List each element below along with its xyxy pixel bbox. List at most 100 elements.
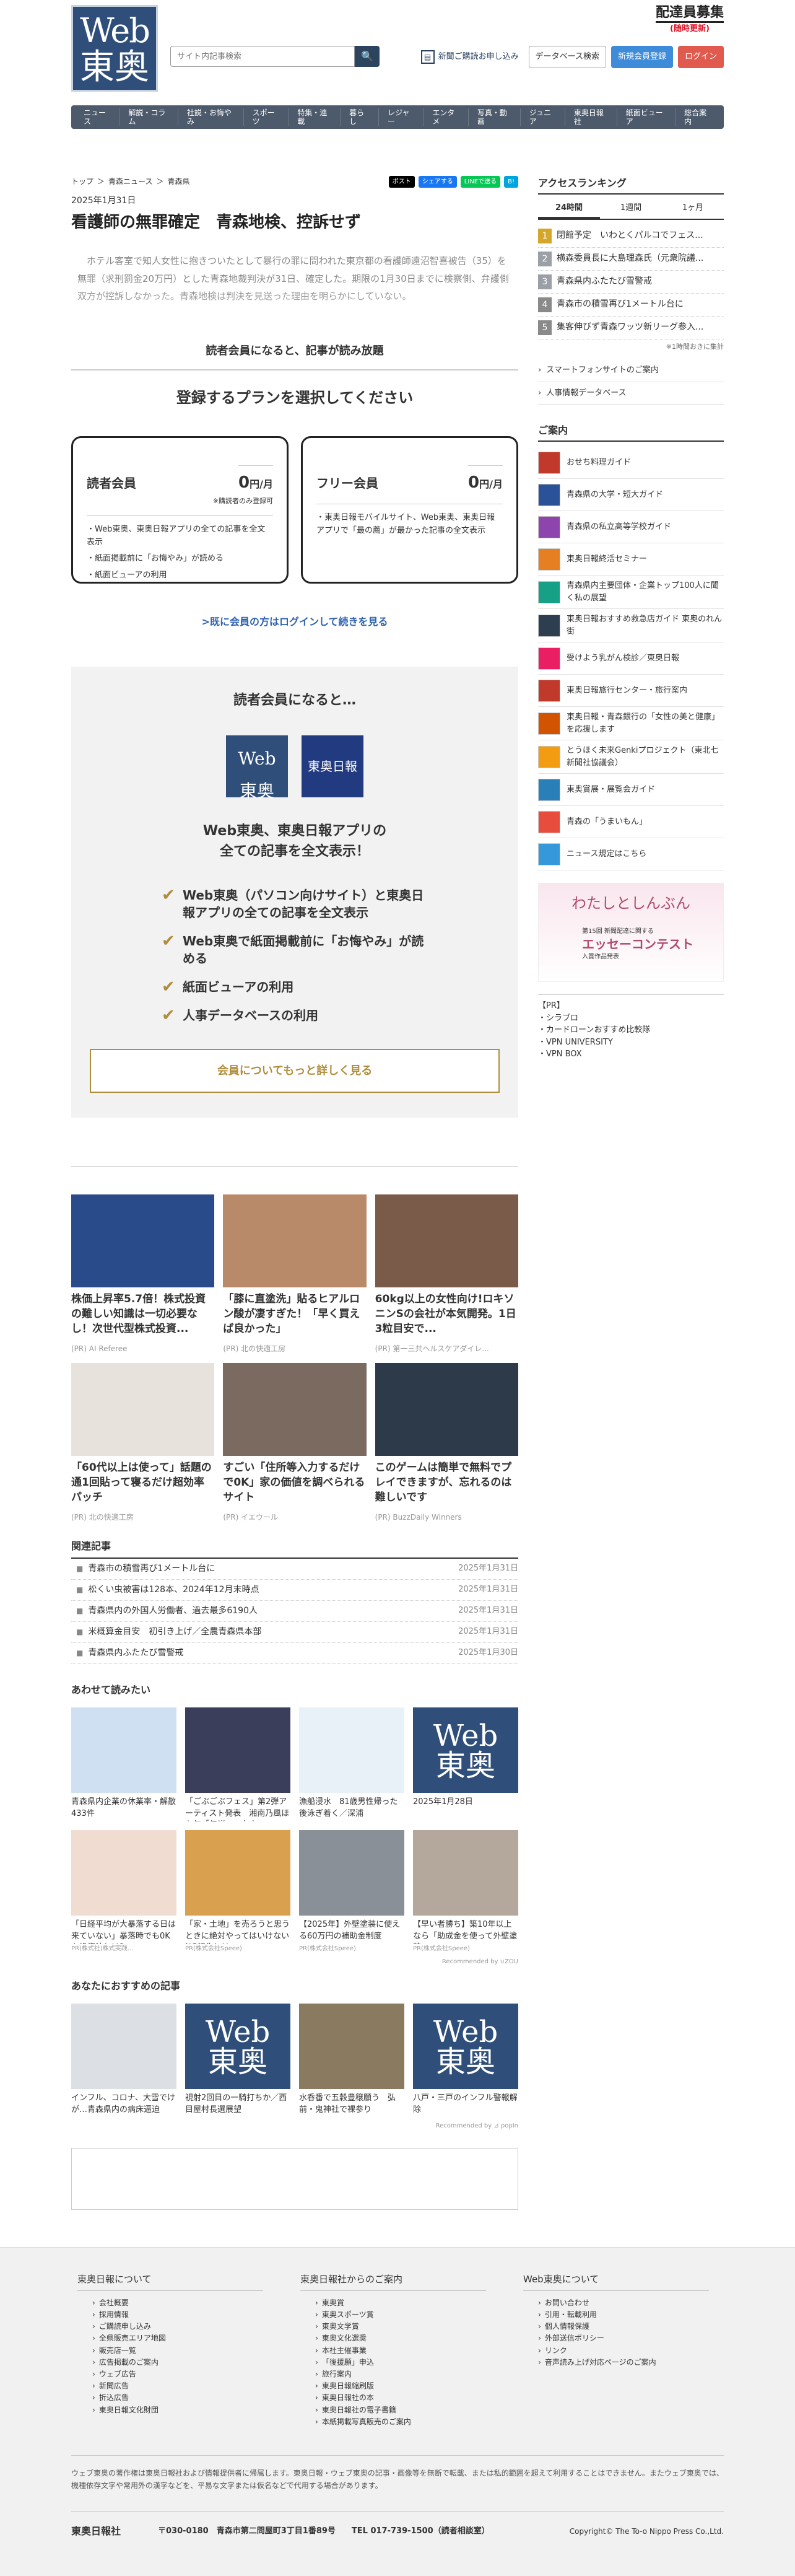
also-read-card[interactable]: Web 東奥 2025年1月28日	[413, 1707, 518, 1821]
also-read-card[interactable]: 「ごぶごぶフェス」第2弾アーティスト発表 湘南乃風ほか年「伝説」...丸山...	[185, 1707, 290, 1821]
plan-card[interactable]: フリー会員 0円/月東奥日報モバイルサイト、Web東奥、東奥日報アプリで「最の薦」…	[301, 436, 518, 584]
footer-link[interactable]: 採用情報	[92, 2309, 263, 2321]
nav-item[interactable]: ニュース	[75, 108, 120, 126]
footer-link[interactable]: 個人情報保護	[538, 2321, 709, 2333]
footer-link[interactable]: 全県販売エリア地図	[92, 2333, 263, 2344]
guide-item[interactable]: ニュース規定はこちら	[538, 838, 724, 870]
footer-link[interactable]: 本社主催事業	[315, 2345, 486, 2357]
nav-item[interactable]: 社説・お悔やみ	[178, 108, 244, 126]
footer-link[interactable]: 会社概要	[92, 2297, 263, 2309]
also-read-card[interactable]: 「日経平均が大暴落する日は来ていない」暴落時でも0K な投資法とは？PR(株式社…	[71, 1830, 176, 1953]
guide-item[interactable]: 東奥日報旅行センター・旅行案内	[538, 675, 724, 707]
footer-link[interactable]: 折込広告	[92, 2392, 263, 2404]
also-read-card[interactable]: 青森県内企業の休業率・解散433件	[71, 1707, 176, 1821]
recommend-card[interactable]: Web 東奥 八戸・三戸のインフル警報解除	[413, 2004, 518, 2118]
footer-link[interactable]: ウェブ広告	[92, 2368, 263, 2380]
hatena-bookmark-button[interactable]: B!	[504, 176, 518, 188]
tab-1month[interactable]: 1ヶ月	[662, 199, 724, 219]
footer-link[interactable]: 新聞広告	[92, 2380, 263, 2392]
footer-link[interactable]: 本紙掲載写真販売のご案内	[315, 2416, 486, 2428]
recommend-card[interactable]: インフル、コロナ、大雪でけが…青森県内の病床逼迫	[71, 2004, 176, 2118]
ad-card[interactable]: 「60代以上は使って」話題の通1回貼って寝るだけ超効率パッチ (PR) 北の快適工…	[71, 1363, 215, 1531]
nav-item[interactable]: 暮らし	[341, 108, 380, 126]
login-continue-link[interactable]: >既に会員の方はログインして続きを見る	[71, 615, 518, 629]
footer-link[interactable]: 東奥日報社の電子書籍	[315, 2404, 486, 2416]
ranking-item[interactable]: 2 横森委員長に大島理森氏（元衆院議...	[538, 248, 724, 271]
ad-banner[interactable]	[71, 2148, 518, 2210]
footer-link[interactable]: 外部送信ポリシー	[538, 2333, 709, 2344]
personnel-db-link[interactable]: 人事情報データベース	[538, 382, 724, 405]
guide-item[interactable]: おせち料理ガイド	[538, 447, 724, 479]
pr-item[interactable]: シラブロ	[538, 1012, 724, 1025]
footer-link[interactable]: 引用・転載利用	[538, 2309, 709, 2321]
ad-card[interactable]: 60kg以上の女性向け!ロキソニンSの会社が本気開発。1日3粒目安で... (PR…	[375, 1194, 518, 1363]
tab-24h[interactable]: 24時間	[538, 199, 600, 219]
also-read-card[interactable]: 【2025年】外壁塗装に使える60万円の補助金制度 PR(株式会社Speee)	[299, 1830, 404, 1953]
search-input[interactable]	[170, 46, 355, 67]
footer-link[interactable]: 東奥文化選奨	[315, 2333, 486, 2344]
x-post-button[interactable]: ポスト	[388, 176, 415, 188]
ad-card[interactable]: このゲームは簡単で無料でプレイできますが、忘れるのは難しいです (PR) Buzz…	[375, 1363, 518, 1531]
ranking-item[interactable]: 4 青森市の積雪再び1メートル台に	[538, 294, 724, 317]
footer-link[interactable]: 販売店一覧	[92, 2345, 263, 2357]
footer-link[interactable]: 広告掲載のご案内	[92, 2357, 263, 2368]
footer-link[interactable]: 東奥日報社の本	[315, 2392, 486, 2404]
nav-item[interactable]: スポーツ	[244, 108, 289, 126]
guide-item[interactable]: 東奥日報おすすめ救急店ガイド 東奥のれん街	[538, 609, 724, 642]
also-read-card[interactable]: 「家・土地」を売ろうと思うときに絶対やってはいけないNG行為とはPR(株式会社S…	[185, 1830, 290, 1953]
guide-item[interactable]: 受けよう乳がん検診／東奥日報	[538, 642, 724, 675]
pr-item[interactable]: VPN BOX	[538, 1048, 724, 1061]
pr-item[interactable]: カードローンおすすめ比較隊	[538, 1024, 724, 1036]
related-item[interactable]: 青森県内の外国人労働者、過去最多6190人 2025年1月31日	[71, 1601, 518, 1623]
guide-item[interactable]: とうほく未来Genkiプロジェクト（東北七新聞社協議会）	[538, 740, 724, 774]
recommend-card[interactable]: 水呑番で五穀豊穣願う 弘前・鬼神社で裸参り	[299, 2004, 404, 2118]
ad-card[interactable]: すごい「住所等入力するだけで0K」家の価値を調べられるサイト (PR) イエウール	[223, 1363, 367, 1531]
search-button[interactable]: 🔍	[355, 46, 380, 67]
nav-item[interactable]: レジャー	[379, 108, 424, 126]
member-details-button[interactable]: 会員についてもっと詳しく見る	[90, 1049, 500, 1093]
footer-link[interactable]: 東奥賞	[315, 2297, 486, 2309]
line-share-button[interactable]: LINEで送る	[460, 176, 501, 188]
uzou-credit[interactable]: Recommended by ∪ZOU	[71, 1957, 518, 1966]
db-search-button[interactable]: データベース検索	[528, 46, 606, 68]
footer-link[interactable]: 東奥日報縮刷版	[315, 2380, 486, 2392]
footer-link[interactable]: 旅行案内	[315, 2368, 486, 2380]
guide-item[interactable]: 青森の「うまいもん」	[538, 806, 724, 838]
guide-item[interactable]: 青森県の私立高等学校ガイド	[538, 511, 724, 543]
nav-item[interactable]: ジュニア	[521, 108, 565, 126]
footer-link[interactable]: リンク	[538, 2345, 709, 2357]
guide-item[interactable]: 東奥日報終活セミナー	[538, 543, 724, 576]
paper-signup-link[interactable]: ▤ 新聞ご購読お申し込み	[420, 50, 519, 64]
ad-card[interactable]: 「膝に直塗洗」貼るヒアルロン酸が凄すぎた！「早く買えば良かった」 (PR) 北の快…	[223, 1194, 367, 1363]
guide-item[interactable]: 東奥日報・青森銀行の「女性の美と健康」を応援します	[538, 707, 724, 740]
ranking-item[interactable]: 5 集客伸びず青森ワッツ新リーグ参入...	[538, 317, 724, 340]
ad-card[interactable]: 株価上昇率5.7倍！株式投資の難しい知識は一切必要なし！次世代型株式投資... (…	[71, 1194, 215, 1363]
footer-link[interactable]: お問い合わせ	[538, 2297, 709, 2309]
plan-card[interactable]: 読者会員 0円/月 ※購読者のみ登録可 Web東奥、東奥日報アプリの全ての記事を全文表…	[71, 436, 289, 584]
nav-item[interactable]: 特集・連載	[289, 108, 341, 126]
member-signup-button[interactable]: 新規会員登録	[610, 46, 673, 68]
nav-item[interactable]: 解説・コラム	[119, 108, 178, 126]
footer-link[interactable]: 東奥日報文化財団	[92, 2404, 263, 2416]
footer-link[interactable]: 「後援願」申込	[315, 2357, 486, 2368]
guide-item[interactable]: 青森県内主要団体・企業トップ100人に聞く私の展望	[538, 576, 724, 609]
breadcrumb-top[interactable]: トップ	[71, 176, 93, 187]
footer-link[interactable]: 音声読み上げ対応ページのご案内	[538, 2357, 709, 2368]
smartphone-site-link[interactable]: スマートフォンサイトのご案内	[538, 359, 724, 382]
nav-item[interactable]: 紙面ビューア	[617, 108, 676, 126]
recommend-card[interactable]: Web 東奥 視射2回目の一騎打ちか／西目屋村長選展望	[185, 2004, 290, 2118]
footer-link[interactable]: 東奥スポーツ賞	[315, 2309, 486, 2321]
popin-credit[interactable]: Recommended by ⊿ popIn	[71, 2121, 518, 2131]
site-logo[interactable]: Web 東奥	[71, 5, 158, 92]
nav-item[interactable]: エンタメ	[424, 108, 469, 126]
also-read-card[interactable]: 漁船浸水 81歳男性帰った後泳ぎ着く／深浦	[299, 1707, 404, 1821]
ranking-item[interactable]: 3 青森県内ふたたび雪警戒	[538, 271, 724, 294]
guide-item[interactable]: 青森県の大学・短大ガイド	[538, 479, 724, 511]
related-item[interactable]: 青森市の積雪再び1メートル台に 2025年1月31日	[71, 1559, 518, 1580]
recruit-banner[interactable]: 配達員募集 (随時更新)	[655, 5, 724, 35]
essay-contest-banner[interactable]: わたしとしんぶん 第15回 新聞配達に関する エッセーコンテスト 入賞作品発表	[538, 883, 724, 982]
guide-item[interactable]: 東奥賞展・展覧会ガイド	[538, 774, 724, 806]
also-read-card[interactable]: 【早い者勝ち】築10年以上なら「助成金を使って外壁塗装」PR(株式会社Speee…	[413, 1830, 518, 1953]
footer-link[interactable]: 東奥文学賞	[315, 2321, 486, 2333]
breadcrumb-aomori-pref[interactable]: 青森県	[167, 176, 189, 187]
